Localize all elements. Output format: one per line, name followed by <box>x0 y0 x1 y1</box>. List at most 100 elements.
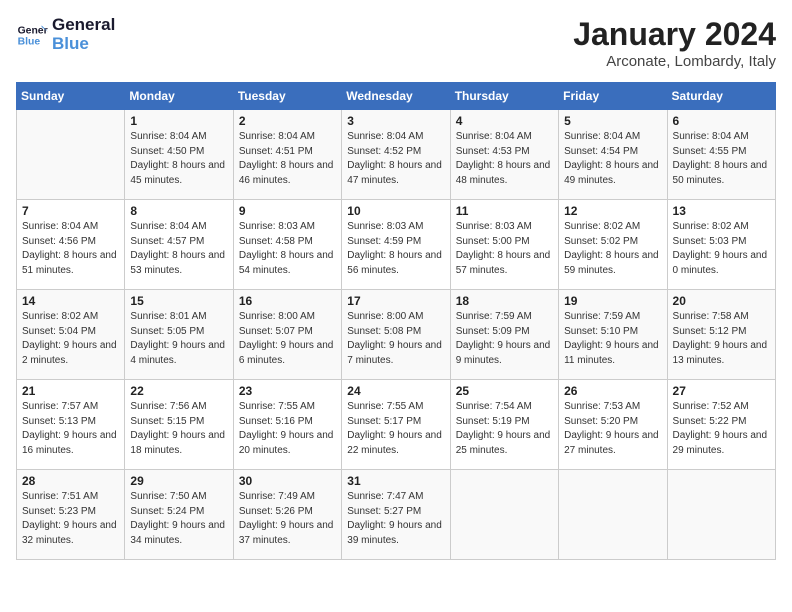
day-number: 14 <box>22 294 119 308</box>
calendar-day-cell: 16Sunrise: 8:00 AMSunset: 5:07 PMDayligh… <box>233 290 341 380</box>
day-info: Sunrise: 7:58 AMSunset: 5:12 PMDaylight:… <box>673 310 770 368</box>
calendar-day-cell: 22 Sunrise: 7:56 AMSunset: 5:15 PMDayligh… <box>125 380 233 470</box>
calendar-day-cell <box>667 470 775 560</box>
day-number: 13 <box>673 204 770 218</box>
calendar-day-cell: 31 Sunrise: 7:47 AMSunset: 5:27 PMDayligh… <box>342 470 450 560</box>
calendar-week-row: 1 Sunrise: 8:04 AMSunset: 4:50 PMDaylight… <box>17 110 776 200</box>
logo-text-blue: Blue <box>52 35 115 54</box>
day-info: Sunrise: 8:04 AMSunset: 4:50 PMDaylight:… <box>130 130 227 188</box>
day-number: 3 <box>347 114 444 128</box>
logo-text-general: General <box>52 16 115 35</box>
day-info: Sunrise: 7:54 AMSunset: 5:19 PMDaylight:… <box>456 400 553 458</box>
day-number: 6 <box>673 114 770 128</box>
day-info: Sunrise: 7:52 AMSunset: 5:22 PMDaylight:… <box>673 400 770 458</box>
day-info: Sunrise: 8:02 AMSunset: 5:02 PMDaylight:… <box>564 220 661 278</box>
calendar-day-cell: 27Sunrise: 7:52 AMSunset: 5:22 PMDayligh… <box>667 380 775 470</box>
day-info: Sunrise: 7:55 AMSunset: 5:16 PMDaylight:… <box>239 400 336 458</box>
day-info: Sunrise: 8:03 AMSunset: 5:00 PMDaylight:… <box>456 220 553 278</box>
location: Arconate, Lombardy, Italy <box>573 53 776 70</box>
calendar-day-cell: 11 Sunrise: 8:03 AMSunset: 5:00 PMDayligh… <box>450 200 558 290</box>
calendar-day-cell: 18Sunrise: 7:59 AMSunset: 5:09 PMDayligh… <box>450 290 558 380</box>
day-number: 12 <box>564 204 661 218</box>
calendar-day-cell: 3 Sunrise: 8:04 AMSunset: 4:52 PMDaylight… <box>342 110 450 200</box>
calendar-day-cell: 5Sunrise: 8:04 AMSunset: 4:54 PMDaylight… <box>559 110 667 200</box>
day-number: 9 <box>239 204 336 218</box>
calendar-day-cell: 13 Sunrise: 8:02 AMSunset: 5:03 PMDayligh… <box>667 200 775 290</box>
day-number: 1 <box>130 114 227 128</box>
calendar-day-cell: 4 Sunrise: 8:04 AMSunset: 4:53 PMDaylight… <box>450 110 558 200</box>
weekday-header: Monday <box>125 83 233 110</box>
weekday-header: Thursday <box>450 83 558 110</box>
day-info: Sunrise: 7:56 AMSunset: 5:15 PMDaylight:… <box>130 400 227 458</box>
day-info: Sunrise: 7:59 AMSunset: 5:10 PMDaylight:… <box>564 310 661 368</box>
calendar-day-cell <box>17 110 125 200</box>
day-number: 16 <box>239 294 336 308</box>
calendar-day-cell: 15 Sunrise: 8:01 AMSunset: 5:05 PMDayligh… <box>125 290 233 380</box>
page-header: General Blue General Blue January 2024 A… <box>16 16 776 70</box>
day-number: 28 <box>22 474 119 488</box>
calendar-day-cell: 25Sunrise: 7:54 AMSunset: 5:19 PMDayligh… <box>450 380 558 470</box>
day-number: 31 <box>347 474 444 488</box>
weekday-header: Saturday <box>667 83 775 110</box>
calendar-week-row: 7 Sunrise: 8:04 AMSunset: 4:56 PMDaylight… <box>17 200 776 290</box>
day-number: 22 <box>130 384 227 398</box>
day-number: 11 <box>456 204 553 218</box>
calendar-day-cell: 7 Sunrise: 8:04 AMSunset: 4:56 PMDaylight… <box>17 200 125 290</box>
day-number: 2 <box>239 114 336 128</box>
day-info: Sunrise: 8:04 AMSunset: 4:52 PMDaylight:… <box>347 130 444 188</box>
day-number: 5 <box>564 114 661 128</box>
weekday-header: Wednesday <box>342 83 450 110</box>
calendar-day-cell: 17 Sunrise: 8:00 AMSunset: 5:08 PMDayligh… <box>342 290 450 380</box>
title-area: January 2024 Arconate, Lombardy, Italy <box>573 16 776 70</box>
day-number: 24 <box>347 384 444 398</box>
day-number: 18 <box>456 294 553 308</box>
day-number: 29 <box>130 474 227 488</box>
calendar-day-cell: 2Sunrise: 8:04 AMSunset: 4:51 PMDaylight… <box>233 110 341 200</box>
day-info: Sunrise: 8:04 AMSunset: 4:55 PMDaylight:… <box>673 130 770 188</box>
day-info: Sunrise: 7:47 AMSunset: 5:27 PMDaylight:… <box>347 490 444 548</box>
calendar-day-cell: 6 Sunrise: 8:04 AMSunset: 4:55 PMDaylight… <box>667 110 775 200</box>
day-number: 23 <box>239 384 336 398</box>
day-number: 19 <box>564 294 661 308</box>
day-number: 30 <box>239 474 336 488</box>
day-info: Sunrise: 8:03 AMSunset: 4:59 PMDaylight:… <box>347 220 444 278</box>
day-info: Sunrise: 8:04 AMSunset: 4:56 PMDaylight:… <box>22 220 119 278</box>
day-number: 15 <box>130 294 227 308</box>
logo: General Blue General Blue <box>16 16 115 53</box>
day-info: Sunrise: 8:00 AMSunset: 5:08 PMDaylight:… <box>347 310 444 368</box>
day-number: 20 <box>673 294 770 308</box>
calendar-day-cell: 14 Sunrise: 8:02 AMSunset: 5:04 PMDayligh… <box>17 290 125 380</box>
calendar-day-cell: 28 Sunrise: 7:51 AMSunset: 5:23 PMDayligh… <box>17 470 125 560</box>
svg-text:General: General <box>18 25 48 36</box>
logo-icon: General Blue <box>16 19 48 51</box>
day-info: Sunrise: 8:02 AMSunset: 5:04 PMDaylight:… <box>22 310 119 368</box>
month-title: January 2024 <box>573 16 776 53</box>
day-info: Sunrise: 8:02 AMSunset: 5:03 PMDaylight:… <box>673 220 770 278</box>
calendar-day-cell: 30 Sunrise: 7:49 AMSunset: 5:26 PMDayligh… <box>233 470 341 560</box>
day-info: Sunrise: 7:50 AMSunset: 5:24 PMDaylight:… <box>130 490 227 548</box>
weekday-header: Friday <box>559 83 667 110</box>
calendar-day-cell: 8Sunrise: 8:04 AMSunset: 4:57 PMDaylight… <box>125 200 233 290</box>
calendar-day-cell: 26 Sunrise: 7:53 AMSunset: 5:20 PMDayligh… <box>559 380 667 470</box>
svg-text:Blue: Blue <box>18 36 41 47</box>
weekday-header: Tuesday <box>233 83 341 110</box>
day-number: 17 <box>347 294 444 308</box>
calendar-day-cell: 9Sunrise: 8:03 AMSunset: 4:58 PMDaylight… <box>233 200 341 290</box>
day-info: Sunrise: 7:49 AMSunset: 5:26 PMDaylight:… <box>239 490 336 548</box>
calendar-table: SundayMondayTuesdayWednesdayThursdayFrid… <box>16 82 776 560</box>
day-info: Sunrise: 7:57 AMSunset: 5:13 PMDaylight:… <box>22 400 119 458</box>
day-number: 4 <box>456 114 553 128</box>
day-number: 7 <box>22 204 119 218</box>
calendar-day-cell: 19 Sunrise: 7:59 AMSunset: 5:10 PMDayligh… <box>559 290 667 380</box>
day-number: 26 <box>564 384 661 398</box>
day-info: Sunrise: 7:53 AMSunset: 5:20 PMDaylight:… <box>564 400 661 458</box>
day-info: Sunrise: 8:04 AMSunset: 4:53 PMDaylight:… <box>456 130 553 188</box>
weekday-header: Sunday <box>17 83 125 110</box>
day-info: Sunrise: 7:51 AMSunset: 5:23 PMDaylight:… <box>22 490 119 548</box>
day-info: Sunrise: 8:04 AMSunset: 4:57 PMDaylight:… <box>130 220 227 278</box>
calendar-day-cell: 23 Sunrise: 7:55 AMSunset: 5:16 PMDayligh… <box>233 380 341 470</box>
day-number: 10 <box>347 204 444 218</box>
calendar-day-cell: 29 Sunrise: 7:50 AMSunset: 5:24 PMDayligh… <box>125 470 233 560</box>
calendar-week-row: 28 Sunrise: 7:51 AMSunset: 5:23 PMDayligh… <box>17 470 776 560</box>
day-info: Sunrise: 8:01 AMSunset: 5:05 PMDaylight:… <box>130 310 227 368</box>
